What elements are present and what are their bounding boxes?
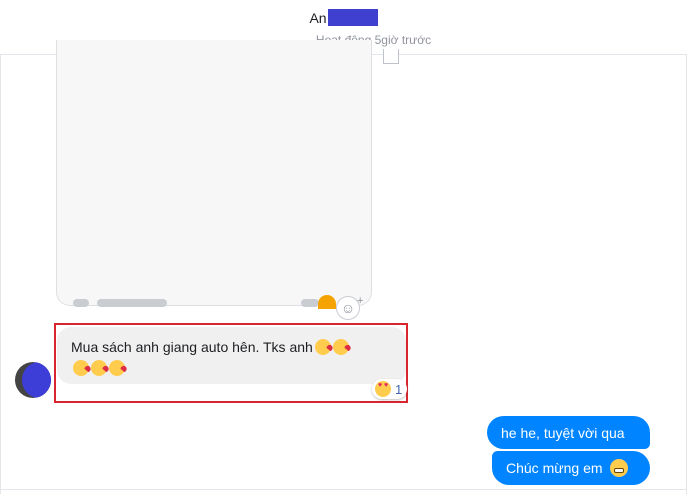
- avatar[interactable]: [15, 362, 51, 398]
- contact-name[interactable]: An: [0, 9, 687, 26]
- redacted-name-block: [327, 9, 378, 26]
- emoji-icon: [318, 295, 336, 309]
- reaction-count: 1: [395, 381, 403, 397]
- outgoing-message[interactable]: Chúc mừng em: [492, 451, 650, 485]
- composer-divider: [0, 489, 687, 490]
- highlight-box: [54, 323, 408, 403]
- select-checkbox[interactable]: [383, 49, 399, 64]
- outgoing-message[interactable]: he he, tuyệt vời qua: [487, 416, 650, 449]
- smiley-icon: ☺: [340, 300, 356, 316]
- card-footer-strip: [71, 299, 351, 309]
- shared-media-card[interactable]: [56, 40, 372, 309]
- heart-eyes-icon: [375, 381, 391, 397]
- contact-name-text: An: [309, 9, 327, 26]
- message-reaction[interactable]: 1: [372, 379, 408, 399]
- plus-icon: +: [357, 295, 364, 307]
- grimacing-icon: [609, 459, 628, 477]
- outgoing-message-text: Chúc mừng em: [506, 460, 603, 476]
- outgoing-message-text: he he, tuyệt vời qua: [501, 424, 625, 441]
